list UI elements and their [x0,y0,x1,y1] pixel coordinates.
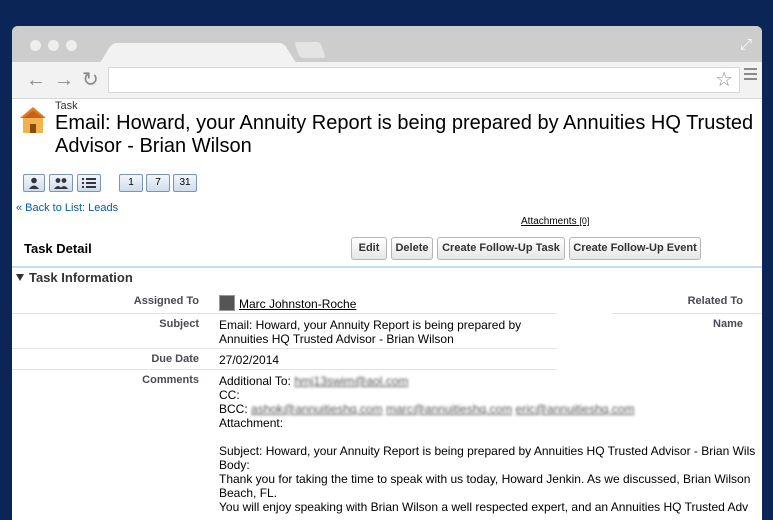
address-bar[interactable]: ☆ [108,67,740,93]
edit-button[interactable]: Edit [351,237,387,260]
subject-value-line2: Annuities HQ Trusted Advisor - Brian Wil… [219,332,454,346]
back-to-list-link[interactable]: « Back to List: Leads [16,202,118,214]
subject-label: Subject [159,318,199,330]
forward-arrow-icon[interactable]: → [54,67,74,93]
week-view-button[interactable]: 7 [146,174,170,192]
comments-body-label: Body: [219,458,250,472]
name-label: Name [713,318,743,330]
attachments-count: [0] [579,216,590,226]
related-to-label: Related To [687,295,743,307]
month-view-button[interactable]: 31 [173,174,197,192]
due-date-value: 27/02/2014 [219,353,280,367]
bcc-email-1[interactable]: ashok@annuitieshq.com [251,402,383,416]
window-maximize-dot[interactable] [66,40,77,51]
assigned-user-link[interactable]: Marc Johnston-Roche [239,297,356,311]
bcc-email-2[interactable]: marc@annuitieshq.com [386,402,512,416]
browser-toolbar: ← → ↻ ☆ [12,62,762,99]
single-user-view-icon[interactable] [23,174,45,192]
row-divider [12,313,557,314]
window-minimize-dot[interactable] [48,40,59,51]
comments-additional-to: Additional To: hmj13swim@aol.com [219,374,408,388]
section-title: Task Information [29,270,133,285]
comments-subject: Subject: Howard, your Annuity Report is … [219,444,756,458]
row-divider [12,369,557,370]
new-tab-button[interactable] [294,42,326,58]
bookmark-star-icon[interactable]: ☆ [715,68,733,92]
tab-strip: ⤢ [12,26,762,66]
create-follow-up-task-button[interactable]: Create Follow-Up Task [437,237,565,260]
assigned-to-value[interactable]: Marc Johnston-Roche [219,295,356,311]
window-close-dot[interactable] [30,40,41,51]
page-title: Email: Howard, your Annuity Report is be… [55,112,754,157]
row-divider [12,348,557,349]
assigned-to-label: Assigned To [133,295,199,307]
day-view-button[interactable]: 1 [119,174,143,192]
comments-body-line1: Thank you for taking the time to speak w… [219,472,751,486]
attachments-label: Attachments [521,216,577,227]
browser-window: ⤢ ← → ↻ ☆ Task Email: Howard, your Annui… [12,26,762,520]
comments-body-line3: You will enjoy speaking with Brian Wilso… [219,500,749,514]
reload-icon[interactable]: ↻ [82,67,99,93]
attachments-link[interactable]: Attachments [0] [521,216,589,227]
additional-to-email[interactable]: hmj13swim@aol.com [294,374,408,388]
fullscreen-icon[interactable]: ⤢ [740,36,752,53]
user-avatar [219,295,235,311]
task-detail-heading: Task Detail [24,241,92,256]
bcc-label: BCC: [219,402,248,416]
browser-menu-icon[interactable] [744,68,757,83]
bcc-email-3[interactable]: eric@annuitieshq.com [516,402,635,416]
collapse-triangle-icon[interactable] [16,274,24,281]
delete-button[interactable]: Delete [391,237,433,260]
back-arrow-icon[interactable]: ← [26,67,46,93]
list-view-icon[interactable] [77,174,101,192]
comments-label: Comments [142,374,199,386]
comments-cc: CC: [219,388,240,402]
page-type-label: Task [55,100,78,112]
subject-value-line1: Email: Howard, your Annuity Report is be… [219,318,522,332]
comments-body-line2: Beach, FL. [219,486,278,500]
comments-attachment: Attachment: [219,416,284,430]
row-divider [612,313,762,314]
task-house-icon [20,107,46,133]
create-follow-up-event-button[interactable]: Create Follow-Up Event [569,237,701,260]
due-date-label: Due Date [151,353,199,365]
section-divider [12,266,762,268]
task-information-header[interactable]: Task Information [16,270,133,285]
comments-bcc: BCC: ashok@annuitieshq.com marc@annuitie… [219,402,634,416]
additional-to-label: Additional To: [219,374,291,388]
page-content: Task Email: Howard, your Annuity Report … [12,99,762,520]
multi-user-view-icon[interactable] [49,174,73,192]
